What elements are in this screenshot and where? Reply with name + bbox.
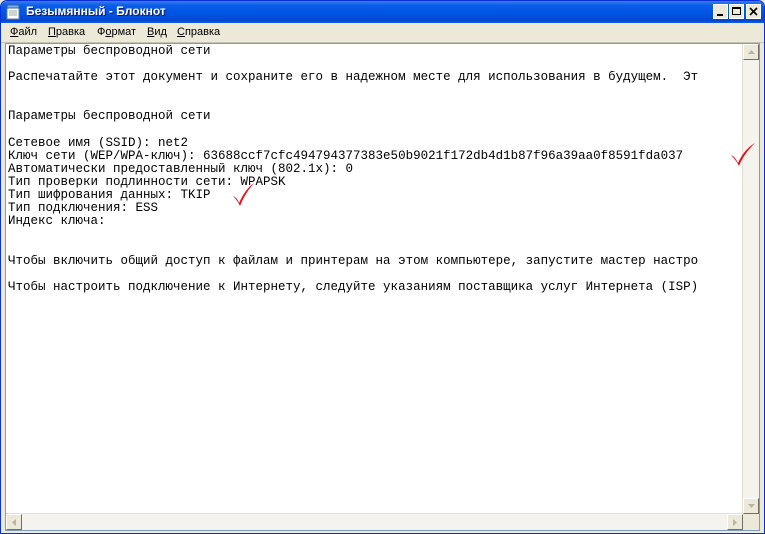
menu-edit-hotkey: П (48, 26, 56, 38)
window-title: Безымянный - Блокнот (26, 4, 166, 18)
text-line: Тип подключения: ESS (8, 202, 159, 216)
arrow-left-icon (12, 519, 16, 526)
scrollbar-corner (743, 514, 759, 530)
text-line (8, 241, 746, 254)
text-editor[interactable]: Параметры беспроводной сети Распечатайте… (5, 43, 760, 531)
checkmark-icon (731, 143, 755, 166)
text-line: Распечатайте этот документ и сохраните е… (8, 71, 699, 85)
text-line (8, 124, 746, 137)
text-line: Чтобы настроить подключение к Интернету,… (8, 280, 699, 294)
menu-help[interactable]: Справка (177, 26, 220, 38)
text-line: Тип проверки подлинности сети: WPAPSK (8, 175, 286, 189)
minimize-icon (717, 14, 723, 16)
menu-help-label: правка (184, 26, 221, 38)
scroll-down-button[interactable] (743, 498, 759, 514)
text-line: Индекс ключа: (8, 215, 106, 229)
arrow-up-icon (748, 50, 755, 54)
menu-bar: Файл Правка Формат Вид Справка (1, 23, 764, 43)
menu-format[interactable]: Формат (97, 26, 136, 38)
scroll-right-button[interactable] (727, 514, 743, 530)
menu-file[interactable]: Файл (10, 26, 37, 38)
scroll-left-button[interactable] (6, 514, 22, 530)
text-line: Ключ сети (WEP/WPA-ключ): 63688ccf7cfc49… (8, 149, 684, 163)
checkmark-icon (233, 183, 254, 206)
menu-format-label: рмат (111, 26, 137, 38)
menu-view[interactable]: Вид (147, 26, 167, 38)
notepad-window: Безымянный - Блокнот Файл Правка Формат … (0, 0, 765, 534)
arrow-right-icon (733, 519, 737, 526)
minimize-button[interactable] (713, 4, 728, 19)
text-line: Чтобы включить общий доступ к файлам и п… (8, 254, 699, 268)
maximize-icon (732, 7, 741, 15)
text-line (8, 97, 746, 110)
text-line: Сетевое имя (SSID): net2 (8, 136, 189, 150)
menu-help-hotkey: С (177, 26, 185, 38)
document-text[interactable]: Параметры беспроводной сети Распечатайте… (8, 45, 746, 515)
title-bar[interactable]: Безымянный - Блокнот (1, 1, 764, 23)
scroll-up-button[interactable] (743, 44, 759, 60)
text-line (8, 268, 746, 281)
menu-view-label: ид (154, 26, 167, 38)
menu-file-label: айл (18, 26, 38, 38)
text-line: Параметры беспроводной сети (8, 45, 211, 58)
text-line (8, 228, 746, 241)
arrow-down-icon (748, 504, 755, 508)
vertical-scrollbar[interactable] (742, 44, 759, 514)
text-line (8, 58, 746, 71)
text-line (8, 84, 746, 97)
maximize-button[interactable] (729, 4, 744, 19)
close-button[interactable] (746, 4, 761, 19)
text-line: Параметры беспроводной сети (8, 110, 211, 124)
close-icon (749, 7, 758, 16)
menu-edit-label: равка (55, 26, 86, 38)
horizontal-scrollbar[interactable] (6, 513, 743, 530)
text-line: Тип шифрования данных: TKIP (8, 189, 211, 203)
text-line: Автоматически предоставленный ключ (802.… (8, 162, 354, 176)
notepad-icon (6, 4, 20, 20)
menu-edit[interactable]: Правка (48, 26, 85, 38)
